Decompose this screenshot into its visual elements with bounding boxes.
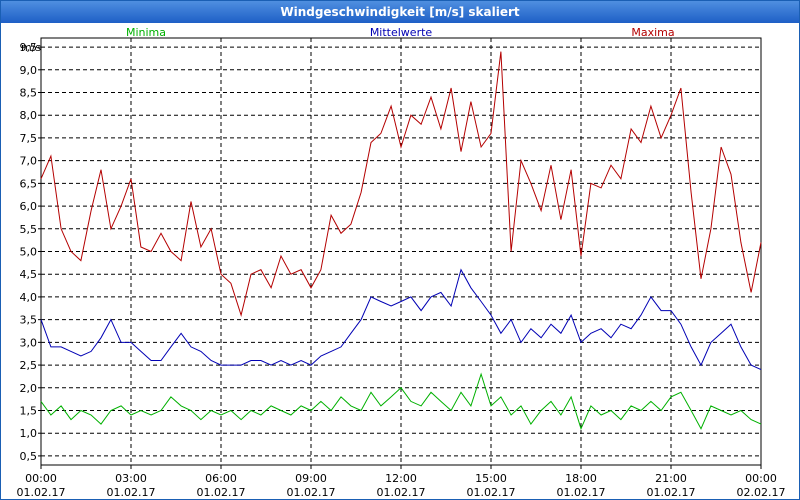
legend-entry-maxima: Maxima — [631, 26, 674, 39]
y-tick-label: 6,5 — [20, 177, 38, 190]
y-axis-ticks: 0,5 1,0 1,5 2,0 2,5 3,0 3,5 4,0 4,5 5,0 5,5 6,0 6,5 7… — [20, 41, 41, 463]
legend-entry-mittelwerte: Mittelwerte — [370, 26, 433, 39]
y-tick-label: 8,0 — [20, 109, 38, 122]
x-tick-date-label: 02.02.17 — [737, 486, 786, 499]
grid-lines — [41, 38, 761, 465]
y-tick-label: 1,5 — [20, 404, 38, 417]
y-tick-label: 9,0 — [20, 64, 38, 77]
y-tick-label: 7,0 — [20, 155, 38, 168]
x-tick-time-label: 18:00 — [565, 472, 597, 485]
y-tick-label: 3,5 — [20, 314, 38, 327]
x-tick-time-label: 21:00 — [655, 472, 687, 485]
y-tick-label: 3,0 — [20, 336, 38, 349]
y-tick-label: 4,0 — [20, 291, 38, 304]
y-tick-label: 7,5 — [20, 132, 38, 145]
y-tick-label: 5,5 — [20, 223, 38, 236]
x-axis-ticks: 00:0001.02.1703:0001.02.1706:0001.02.170… — [17, 465, 786, 499]
x-tick-time-label: 15:00 — [475, 472, 507, 485]
x-tick-date-label: 01.02.17 — [287, 486, 336, 499]
x-tick-time-label: 00:00 — [745, 472, 777, 485]
x-tick-time-label: 09:00 — [295, 472, 327, 485]
legend-entry-minima: Minima — [126, 26, 166, 39]
x-tick-date-label: 01.02.17 — [17, 486, 66, 499]
y-tick-label: 2,0 — [20, 382, 38, 395]
y-tick-label: 1,0 — [20, 427, 38, 440]
x-tick-time-label: 00:00 — [25, 472, 57, 485]
x-tick-date-label: 01.02.17 — [107, 486, 156, 499]
x-tick-date-label: 01.02.17 — [467, 486, 516, 499]
chart-window: Windgeschwindigkeit [m/s] skaliert 0,5 1,… — [0, 0, 800, 500]
y-tick-label: 8,5 — [20, 87, 38, 100]
legend: Minima Mittelwerte Maxima — [126, 26, 675, 39]
x-tick-time-label: 06:00 — [205, 472, 237, 485]
wind-speed-chart: 0,5 1,0 1,5 2,0 2,5 3,0 3,5 4,0 4,5 5,0 5,5 6,0 6,5 7… — [17, 26, 786, 499]
x-tick-date-label: 01.02.17 — [557, 486, 606, 499]
x-tick-time-label: 03:00 — [115, 472, 147, 485]
y-tick-label: 5,0 — [20, 246, 38, 259]
x-tick-time-label: 12:00 — [385, 472, 417, 485]
y-tick-label: 0,5 — [20, 450, 38, 463]
y-tick-label: 6,0 — [20, 200, 38, 213]
window-title: Windgeschwindigkeit [m/s] skaliert — [1, 1, 799, 23]
y-tick-label: 2,5 — [20, 359, 38, 372]
y-axis-label: m/s — [21, 41, 41, 54]
x-tick-date-label: 01.02.17 — [377, 486, 426, 499]
y-tick-label: 4,5 — [20, 268, 38, 281]
x-tick-date-label: 01.02.17 — [647, 486, 696, 499]
x-tick-date-label: 01.02.17 — [197, 486, 246, 499]
